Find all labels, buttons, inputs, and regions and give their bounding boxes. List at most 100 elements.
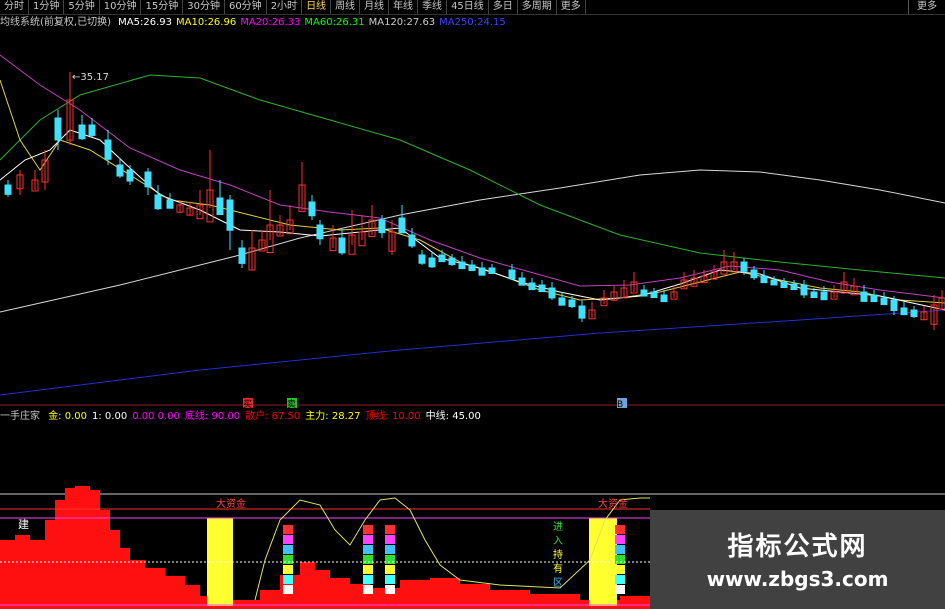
candle-body [640, 289, 648, 297]
stacked-block [283, 585, 293, 594]
side-label: 有 [553, 562, 563, 575]
candle-body [660, 294, 668, 303]
signal-marker-label: 卖 [287, 399, 296, 410]
candle-body [780, 281, 788, 288]
candle-body [880, 297, 888, 306]
stacked-block [385, 585, 395, 594]
side-label: 入 [553, 536, 563, 547]
candle-body [770, 279, 778, 286]
candle-body [810, 291, 818, 298]
sub-indicator-value: 散户: 67.50 [245, 411, 301, 422]
candle-body [910, 309, 918, 318]
candle-body [790, 283, 798, 290]
sub-indicator-title[interactable]: 一手庄家 [0, 411, 40, 422]
candle-body [478, 267, 486, 276]
candle-body [154, 194, 162, 210]
stacked-block [283, 565, 293, 574]
sub-indicator-value: 主力: 28.27 [305, 411, 361, 422]
sub-indicator-value: 中线: 45.00 [425, 411, 481, 422]
candle-body [568, 299, 576, 308]
site-watermark: 指标公式网 www.zbgs3.com [650, 510, 945, 609]
zone-label: 大资金 [598, 497, 628, 510]
candle-body [760, 275, 768, 284]
candle-body [216, 197, 224, 215]
stacked-block [363, 555, 373, 564]
candle-body [378, 219, 386, 234]
candle-body [820, 291, 828, 301]
candle-body [308, 201, 316, 217]
candle-body [558, 297, 566, 306]
stacked-block [385, 555, 395, 564]
stacked-block [615, 575, 625, 584]
candle-body [4, 184, 12, 195]
candle-body [408, 234, 416, 247]
stacked-block [615, 545, 625, 554]
candle-body [144, 171, 152, 188]
candle-body [890, 299, 898, 311]
stacked-block [615, 585, 625, 594]
stacked-block [363, 565, 373, 574]
candle-body [398, 217, 406, 234]
candle-body [166, 199, 174, 209]
candle-body [528, 282, 536, 291]
sub-indicator-value: 顶线: 10.00 [365, 411, 421, 422]
sub-indicator-value: 金: 0.00 [48, 411, 88, 422]
candle-body [88, 124, 96, 136]
stacked-block [615, 525, 625, 534]
candle-body [448, 257, 456, 266]
candle-body [438, 254, 446, 263]
candle-body [226, 199, 234, 231]
stacked-block [283, 525, 293, 534]
stacked-block [385, 525, 395, 534]
candle-body [418, 254, 426, 264]
candle-body [548, 287, 556, 299]
candle-body [800, 284, 808, 296]
candle-body [316, 224, 324, 240]
side-label: 进 [553, 521, 563, 533]
sub-indicator-value: 0.00 0.00 [132, 411, 180, 422]
histogram-area [0, 486, 650, 609]
sub-indicator-value: 1: 0.00 [92, 411, 128, 422]
candle-body [54, 117, 62, 141]
candle-body [578, 305, 586, 319]
watermark-url: www.zbgs3.com [706, 567, 889, 591]
candle-body [238, 247, 246, 264]
stacked-block [363, 585, 373, 594]
stacked-block [363, 525, 373, 534]
stacked-block [385, 545, 395, 554]
stacked-block [615, 535, 625, 544]
stacked-block [283, 555, 293, 564]
zone-label: 大资金 [216, 497, 246, 510]
stacked-block [283, 575, 293, 584]
stacked-block [385, 575, 395, 584]
ma5-line [0, 129, 945, 311]
stacked-block [385, 565, 395, 574]
stacked-block [283, 535, 293, 544]
candle-body [508, 269, 516, 280]
candle-body [870, 294, 878, 303]
candle-body [458, 261, 466, 270]
side-label: 持 [553, 548, 563, 561]
stacked-block [615, 565, 625, 574]
candle-body [518, 277, 526, 286]
stacked-block [385, 535, 395, 544]
candle-body [338, 237, 346, 254]
candle-body [740, 261, 748, 272]
stacked-block [363, 535, 373, 544]
candle-body [428, 257, 436, 268]
left-label: 建 [18, 517, 29, 531]
candle-body [860, 291, 868, 302]
watermark-title: 指标公式网 [727, 532, 868, 562]
stacked-block [615, 555, 625, 564]
candle-body [650, 291, 658, 298]
stacked-block [363, 575, 373, 584]
candle-body [104, 139, 112, 160]
candle-body [488, 267, 496, 274]
candle-body [750, 269, 758, 279]
signal-marker-label: B [617, 400, 623, 410]
ma60-line [0, 74, 945, 279]
candle-body [468, 264, 476, 271]
sub-indicator-value: 底线: 90.00 [184, 411, 241, 422]
stacked-block [363, 545, 373, 554]
ma250-line [0, 309, 945, 396]
